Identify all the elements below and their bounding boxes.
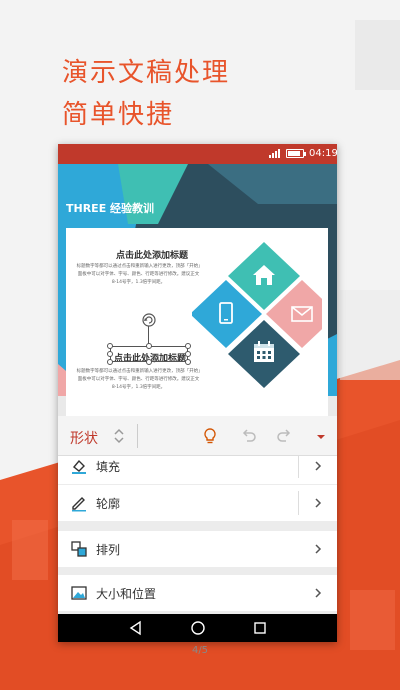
menu-item-label: 轮廓 <box>96 497 121 511</box>
back-icon[interactable] <box>128 620 144 636</box>
lightbulb-icon[interactable] <box>201 427 219 445</box>
toolbar-divider <box>137 424 138 448</box>
pen-outline-icon <box>72 497 86 512</box>
row-divider <box>298 456 299 478</box>
row-divider <box>298 491 299 515</box>
home-nav-icon[interactable] <box>190 620 206 636</box>
phone-screenshot: 04:19 THREE 经验教训 点击此处添加标题 标题数字等都可以通过点击和重… <box>58 144 337 642</box>
selection-handle[interactable] <box>107 343 113 349</box>
promo-line-2: 简单快捷 <box>62 100 175 130</box>
shape-options-list: 填充 轮廓 排列 大小和位置 <box>58 456 337 616</box>
menu-item-fill[interactable]: 填充 <box>58 456 337 484</box>
diamond-graphic[interactable] <box>192 240 322 400</box>
chevron-right-icon <box>315 588 322 598</box>
arrange-icon <box>71 541 87 557</box>
rotate-handle-icon[interactable] <box>141 312 157 328</box>
shape-toolbar: 形状 <box>58 416 337 456</box>
slide-canvas[interactable]: THREE 经验教训 点击此处添加标题 标题数字等都可以通过点击和重新输入进行更… <box>58 164 337 416</box>
slide-text-1[interactable]: 标题数字等都可以通过点击和重新输入进行更改，顶部「开始」面板中可以对字体、字号、… <box>76 263 201 287</box>
selection-handle[interactable] <box>185 343 191 349</box>
slide-content-card: 点击此处添加标题 标题数字等都可以通过点击和重新输入进行更改，顶部「开始」面板中… <box>66 228 328 416</box>
status-time: 04:19 <box>309 148 337 159</box>
fill-bucket-icon <box>72 459 86 474</box>
menu-item-label: 排列 <box>96 543 121 557</box>
slide-heading-1[interactable]: 点击此处添加标题 <box>116 248 188 261</box>
redo-icon[interactable] <box>276 427 294 445</box>
recents-icon[interactable] <box>252 620 268 636</box>
menu-item-outline[interactable]: 轮廓 <box>58 485 337 521</box>
chevron-right-icon <box>315 461 322 471</box>
undo-icon[interactable] <box>239 427 257 445</box>
menu-item-label: 大小和位置 <box>96 587 157 601</box>
status-bar: 04:19 <box>58 144 337 164</box>
selection-handle[interactable] <box>146 343 152 349</box>
battery-icon <box>286 149 306 158</box>
page-indicator: 4/5 <box>191 645 209 656</box>
toolbar-title[interactable]: 形状 <box>70 428 98 448</box>
slide-title[interactable]: THREE 经验教训 <box>66 200 154 216</box>
slide-text-2[interactable]: 标题数字等都可以通过点击和重新输入进行更改，顶部「开始」面板中可以对字体、字号、… <box>76 368 201 392</box>
battery-level <box>288 151 300 156</box>
menu-item-size-position[interactable]: 大小和位置 <box>58 575 337 611</box>
image-icon <box>71 586 87 600</box>
slide: THREE 经验教训 点击此处添加标题 标题数字等都可以通过点击和重新输入进行更… <box>58 182 337 416</box>
chevron-right-icon <box>315 498 322 508</box>
signal-icon <box>269 149 280 158</box>
selection-handle[interactable] <box>107 351 113 357</box>
chevron-right-icon <box>315 544 322 554</box>
selection-handle[interactable] <box>185 359 191 365</box>
selection-handle[interactable] <box>185 351 191 357</box>
calendar-icon <box>254 341 274 362</box>
promo-line-1: 演示文稿处理 <box>62 58 231 88</box>
toolbar-switch-icon[interactable] <box>112 426 126 446</box>
selection-handle[interactable] <box>107 359 113 365</box>
menu-item-arrange[interactable]: 排列 <box>58 531 337 567</box>
menu-item-label: 填充 <box>96 460 121 474</box>
promo-page: 演示文稿处理 简单快捷 04:19 THREE 经验教训 点击此处添加标题 标题… <box>0 0 400 690</box>
collapse-dropdown-icon[interactable] <box>312 427 330 445</box>
android-nav-bar <box>58 614 337 642</box>
selection-handle[interactable] <box>146 359 152 365</box>
